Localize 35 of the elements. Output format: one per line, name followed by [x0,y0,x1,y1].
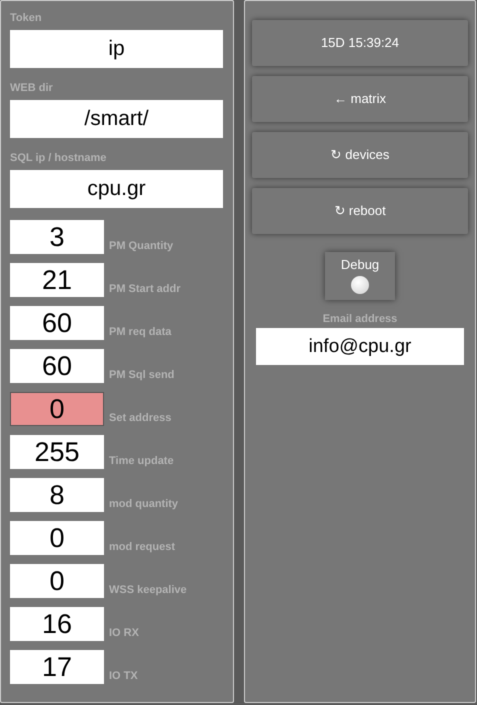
action-button[interactable]: ↻ devices [252,132,468,178]
number-field[interactable]: 0 [10,564,104,598]
field-label: mod quantity [109,498,178,511]
field-label: Time update [109,455,174,468]
number-field[interactable]: 17 [10,650,104,684]
field-label: Set address [109,412,172,425]
action-button[interactable]: ↻ reboot [252,188,468,234]
email-field[interactable]: info@cpu.gr [256,328,464,365]
field-label: PM Start addr [109,283,181,296]
number-field[interactable]: 3 [10,220,104,254]
field-label: IO TX [109,670,138,683]
action-button[interactable]: 15D 15:39:24 [252,20,468,66]
action-button[interactable]: ← matrix [252,76,468,122]
number-field[interactable]: 21 [10,263,104,297]
field-label: IO RX [109,627,139,640]
field-label: PM Sql send [109,369,174,382]
field-label: Email address [322,312,398,326]
field-label: PM Quantity [109,240,174,253]
field-label: Token [10,11,43,26]
number-field[interactable]: 16 [10,607,104,641]
field-label: mod request [109,541,176,554]
field-label: WEB dir [10,81,54,96]
debug-toggle[interactable]: Debug [325,252,395,300]
number-field[interactable]: 60 [10,306,104,340]
text-field[interactable]: ip [10,30,223,68]
text-field[interactable]: /smart/ [10,100,223,138]
number-field[interactable]: 8 [10,478,104,512]
field-label: PM req data [109,326,172,339]
number-field[interactable]: 255 [10,435,104,469]
number-field[interactable]: 0 [10,521,104,555]
number-field[interactable]: 0 [10,392,104,426]
number-field[interactable]: 60 [10,349,104,383]
field-label: SQL ip / hostname [10,151,108,166]
text-field[interactable]: cpu.gr [10,170,223,208]
field-label: WSS keepalive [109,584,187,597]
